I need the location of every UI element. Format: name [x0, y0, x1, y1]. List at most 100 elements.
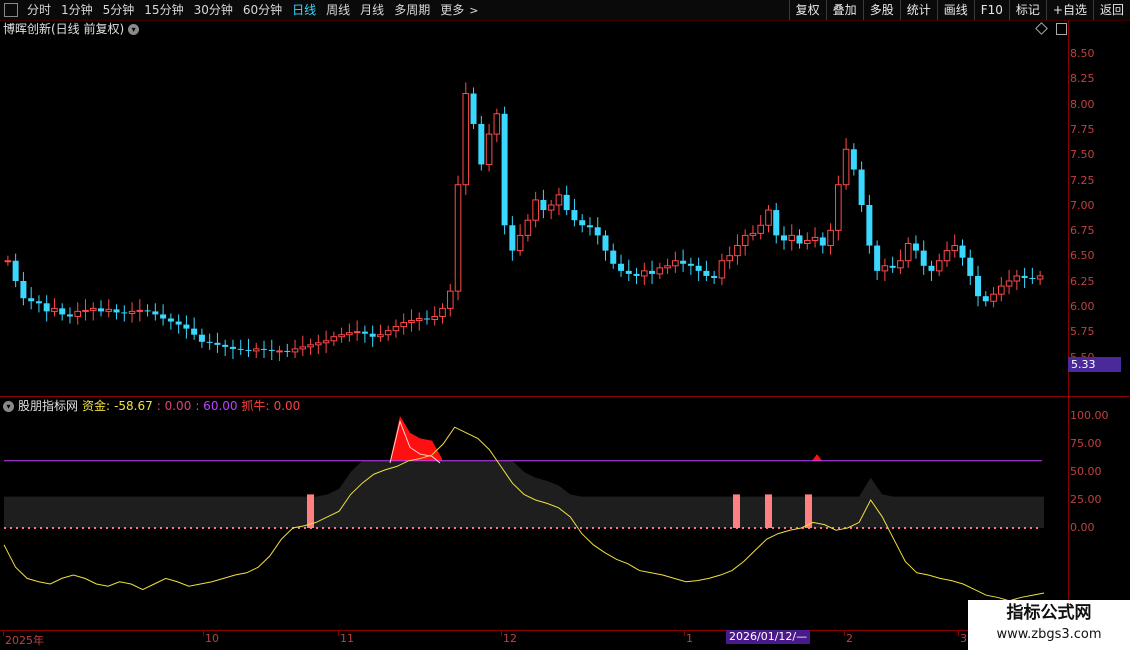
toolbar-button[interactable]: 统计: [899, 0, 937, 20]
candle-body: [640, 270, 648, 277]
candle-body: [1005, 280, 1013, 287]
price-tick-label: 8.25: [1070, 72, 1095, 86]
candle-body: [330, 336, 338, 342]
chart-title: 博晖创新(日线 前复权) ▾: [3, 21, 140, 37]
candle-body: [664, 265, 671, 269]
toolbar-button[interactable]: 多股: [862, 0, 900, 20]
toolbar-button[interactable]: 画线: [936, 0, 974, 20]
period-tab[interactable]: 多周期: [389, 0, 435, 20]
indicator-tick-label: 25.00: [1070, 493, 1102, 506]
candle-body: [571, 210, 578, 221]
axis-divider: [1068, 20, 1069, 650]
candle-body: [377, 334, 384, 338]
candle-body: [408, 320, 415, 324]
menu-icon[interactable]: [4, 3, 18, 17]
candle-body: [74, 310, 82, 317]
toolbar-button[interactable]: F10: [973, 0, 1009, 20]
candle-body: [618, 263, 625, 271]
candle-body: [353, 331, 361, 334]
candle-body: [446, 290, 454, 309]
toolbar-button[interactable]: 叠加: [825, 0, 863, 20]
candle-body: [951, 245, 959, 252]
time-tick: [3, 630, 4, 636]
candle-body: [392, 326, 400, 332]
candlestick-chart[interactable]: [0, 37, 1068, 397]
toolbar-button[interactable]: 标记: [1008, 0, 1046, 20]
toolbar-button[interactable]: 返回: [1092, 0, 1130, 20]
period-tab[interactable]: 60分钟: [238, 0, 287, 20]
candle-body: [89, 307, 97, 311]
fund-value: -58.67: [114, 399, 153, 413]
candle-body: [222, 344, 229, 347]
indicator-tick-label: 100.00: [1070, 409, 1109, 422]
period-tab[interactable]: 1分钟: [56, 0, 98, 20]
candle-body: [935, 260, 943, 272]
time-tick-label: 10: [205, 632, 219, 645]
period-tab[interactable]: 周线: [321, 0, 355, 20]
candle-body: [532, 199, 539, 221]
catch-value: 0.00: [273, 399, 301, 413]
candle-body: [346, 332, 353, 336]
candle-body: [555, 194, 563, 206]
candle-body: [128, 310, 136, 314]
period-tab[interactable]: 15分钟: [139, 0, 188, 20]
candle-body: [990, 293, 997, 302]
candle-body: [547, 204, 555, 211]
level1-value: : 0.00: [156, 399, 192, 413]
toolbar-button[interactable]: +自选: [1045, 0, 1093, 20]
candle-body: [610, 250, 617, 264]
diamond-icon[interactable]: [1035, 22, 1048, 35]
candle-body: [160, 314, 167, 319]
price-tick-label: 8.50: [1070, 47, 1095, 60]
indicator-tick-label: 0.00: [1070, 521, 1095, 534]
candle-body: [842, 148, 850, 186]
candle-body: [462, 93, 470, 186]
candle-body: [633, 273, 640, 276]
candle-body: [478, 123, 485, 165]
candle-body: [136, 309, 144, 312]
toolbar-button[interactable]: 复权: [788, 0, 826, 20]
period-tab[interactable]: 月线: [355, 0, 389, 20]
period-tab[interactable]: 30分钟: [189, 0, 238, 20]
candle-body: [12, 260, 19, 281]
candle-body: [749, 232, 757, 236]
period-tab[interactable]: 日线: [287, 0, 321, 20]
watermark: 指标公式网 www.zbgs3.com: [968, 600, 1130, 650]
candle-body: [113, 309, 120, 313]
period-tab[interactable]: 分时: [22, 0, 56, 20]
candle-body: [656, 267, 664, 275]
candle-body: [858, 169, 865, 205]
candle-body: [866, 205, 873, 246]
dropdown-icon[interactable]: ▾: [128, 23, 140, 35]
candle-body: [881, 265, 889, 272]
indicator-chart[interactable]: [0, 416, 1068, 630]
window-icon[interactable]: [1056, 23, 1067, 35]
candle-body: [431, 315, 439, 321]
candle-body: [967, 257, 974, 276]
candle-body: [307, 344, 314, 348]
time-tick: [203, 630, 204, 636]
candle-body: [167, 318, 174, 322]
more-chevron-icon[interactable]: >: [469, 4, 478, 17]
period-tab[interactable]: 更多: [435, 0, 469, 20]
side-panel-edge: [1118, 20, 1130, 630]
candle-body: [268, 349, 275, 351]
candle-body: [889, 265, 896, 268]
candle-body: [82, 309, 89, 312]
candle-body: [819, 237, 826, 246]
candle-body: [874, 245, 881, 271]
candle-body: [284, 350, 291, 352]
candle-body: [524, 219, 532, 236]
candle-body: [237, 348, 244, 350]
candle-body: [214, 342, 221, 345]
candle-body: [384, 330, 392, 336]
indicator-dropdown-icon[interactable]: ▾: [3, 400, 14, 412]
signal-peak-fill: [390, 416, 442, 461]
candle-body: [59, 308, 66, 315]
period-tab[interactable]: 5分钟: [98, 0, 140, 20]
buy-signal-bar: [733, 494, 740, 528]
candle-body: [198, 334, 205, 342]
candle-body: [602, 235, 609, 251]
price-tick-label: 7.25: [1070, 173, 1095, 187]
candle-body: [439, 307, 446, 317]
